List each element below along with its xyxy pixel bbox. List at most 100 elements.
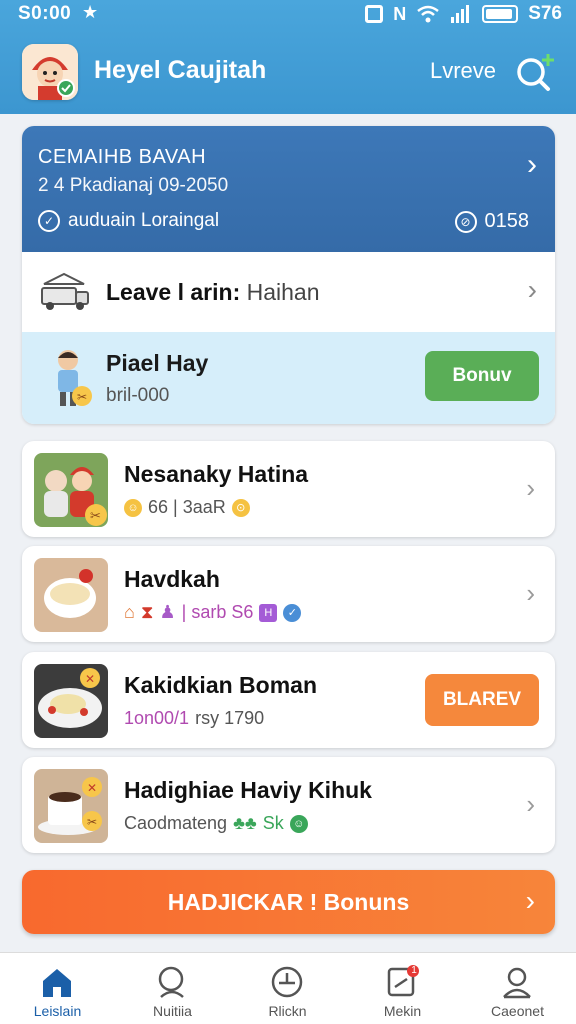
card-meta-a: 1on00/1 [124,708,190,728]
chevron-right-icon: › [525,885,535,916]
card-thumbnail: ✕ ✂ [34,769,108,843]
house-icon: ⌂ [124,602,135,622]
card-action-button[interactable]: BLAREV [425,674,539,726]
chevron-right-icon: › [527,274,537,305]
card-meta: Caodmateng ♣♣ Sk ☺ [124,813,308,834]
nav-item-search[interactable]: Nuitiia [115,953,230,1024]
coffee-image-icon: ✕ ✂ [34,769,108,843]
dolls-image-icon: ✂ [34,453,108,527]
battery-icon [482,5,519,23]
card-title: Havdkah [124,566,220,592]
card-meta: 1on00/1 rsy 1790 [124,708,264,729]
nav-label: Caeonet [491,1003,544,1019]
truck-icon [41,272,89,310]
profile-icon [503,967,531,999]
search-button[interactable] [512,50,556,94]
card-thumbnail [34,558,108,632]
nav-item-home[interactable]: Leislain [0,953,115,1024]
status-icons: N S76 [365,3,562,25]
list-card-2[interactable]: Havdkah ⌂ ⧗ ♟ | sarb S6 H ✓ › [22,546,555,642]
promo-bonus-button[interactable]: Bonuv [425,351,539,401]
pudding-image-icon [34,558,108,632]
card-title: Kakidkian Boman [124,672,317,698]
doll-logo-icon [22,44,78,100]
h-badge-icon: H [259,603,278,622]
card-thumbnail: ✕ [34,664,108,738]
banner-count-value: 0158 [484,210,530,232]
coin-icon: ⊙ [231,498,250,517]
nav-item-profile[interactable]: Caeonet [460,953,575,1024]
status-time: S0:00 [18,3,72,24]
nav-item-clock[interactable]: Rlickn [230,953,345,1024]
card-thumbnail: ✂ [34,453,108,527]
badge-icon: ⊘ [454,210,477,233]
header-link[interactable]: Lvreve [430,58,496,84]
bonus-cta-button[interactable]: HADJICKAR ! Bonuns › [22,870,555,934]
nfc-icon: N [393,3,407,24]
card-meta: ⌂ ⧗ ♟ | sarb S6 H ✓ [124,602,302,623]
promo-title: Piael Hay [106,350,209,376]
nav-label: Mekin [383,1003,422,1019]
promo-row: ✂ Piael Hay bril-000 Bonuv [22,332,555,424]
leave-row[interactable]: Leave l arin: Haihan › [22,252,555,332]
search-icon [517,54,554,91]
promo-subtitle: bril-000 [106,385,170,406]
list-card-3[interactable]: ✕ Kakidkian Boman 1on00/1 rsy 1790 BLARE… [22,652,555,748]
list-card-4[interactable]: ✕ ✂ Hadighiae Haviy Kihuk Caodmateng ♣♣ … [22,757,555,853]
bottom-nav: Leislain Nuitiia Rlickn 1 Mekin Caeonet [0,952,576,1024]
banner-subtitle: 2 4 Pkadianaj 09-2050 [38,175,229,196]
summary-panel: CEMAIHB BAVAH 2 4 Pkadianaj 09-2050 › ✓ … [22,126,555,424]
wifi-icon [417,5,439,23]
search-icon [158,966,184,998]
account-banner[interactable]: CEMAIHB BAVAH 2 4 Pkadianaj 09-2050 › ✓ … [22,126,555,252]
svg-text:✕: ✕ [85,672,95,686]
card-meta-text: | sarb S6 [181,602,254,622]
smile-icon: ☺ [124,498,142,517]
signal-icon [451,5,470,23]
clock-icon [271,966,303,998]
child-avatar-icon: ✂ [58,350,92,406]
chevron-right-icon: › [526,578,535,608]
banner-title: CEMAIHB BAVAH [38,146,207,168]
chevron-right-icon: › [527,148,537,181]
person-icon: ♟ [159,602,176,622]
battery-text: S76 [528,3,562,24]
hourglass-icon: ⧗ [140,602,154,622]
status-bar: S0:00 ★ N S76 [0,0,576,28]
svg-text:✂: ✂ [77,390,87,404]
home-icon [43,969,71,997]
list-card-1[interactable]: ✂ Nesanaky Hatina ☺ 66 | 3aaR ⊙ › [22,441,555,537]
banner-count: ⊘ 0158 [454,210,530,233]
card-meta: ☺ 66 | 3aaR ⊙ [124,497,250,518]
leave-row-label: Leave l arin: [106,279,241,305]
card-title: Hadighiae Haviy Kihuk [124,777,372,803]
nav-badge: 1 [411,965,417,976]
banner-footer-text: auduain Loraingal [68,210,220,231]
svg-text:✕: ✕ [87,781,97,795]
app-title: Heyel Caujitah [94,56,267,84]
card-meta-a: Caodmateng [124,813,228,833]
notification-icon [365,5,384,23]
nav-item-messages[interactable]: 1 Mekin [345,953,460,1024]
star-icon: ★ [82,2,99,22]
app-logo[interactable] [22,44,78,100]
chevron-right-icon: › [526,473,535,503]
svg-text:✂: ✂ [90,509,101,524]
card-meta-b: rsy 1790 [195,708,265,728]
chevron-right-icon: › [526,789,535,819]
app-header: Heyel Caujitah Lvreve [0,42,576,102]
nav-label: Rlickn [268,1003,307,1019]
leave-row-value: Haihan [246,279,320,305]
svg-text:✂: ✂ [87,815,97,829]
top-bar: S0:00 ★ N S76 Heyel Caujitah Lvreve [0,0,576,114]
nav-label: Leislain [33,1003,82,1019]
verified-icon: ✓ [283,603,302,622]
clover-icon: ♣♣ [233,813,257,833]
card-meta-b: Sk [262,813,284,833]
leave-row-text: Leave l arin: Haihan [106,279,320,306]
card-meta-text: 66 | 3aaR [148,497,226,517]
card-title: Nesanaky Hatina [124,461,309,487]
cta-label: HADJICKAR ! Bonuns [167,888,410,915]
check-circle-icon: ✓ [38,210,60,232]
nav-label: Nuitiia [153,1003,192,1019]
